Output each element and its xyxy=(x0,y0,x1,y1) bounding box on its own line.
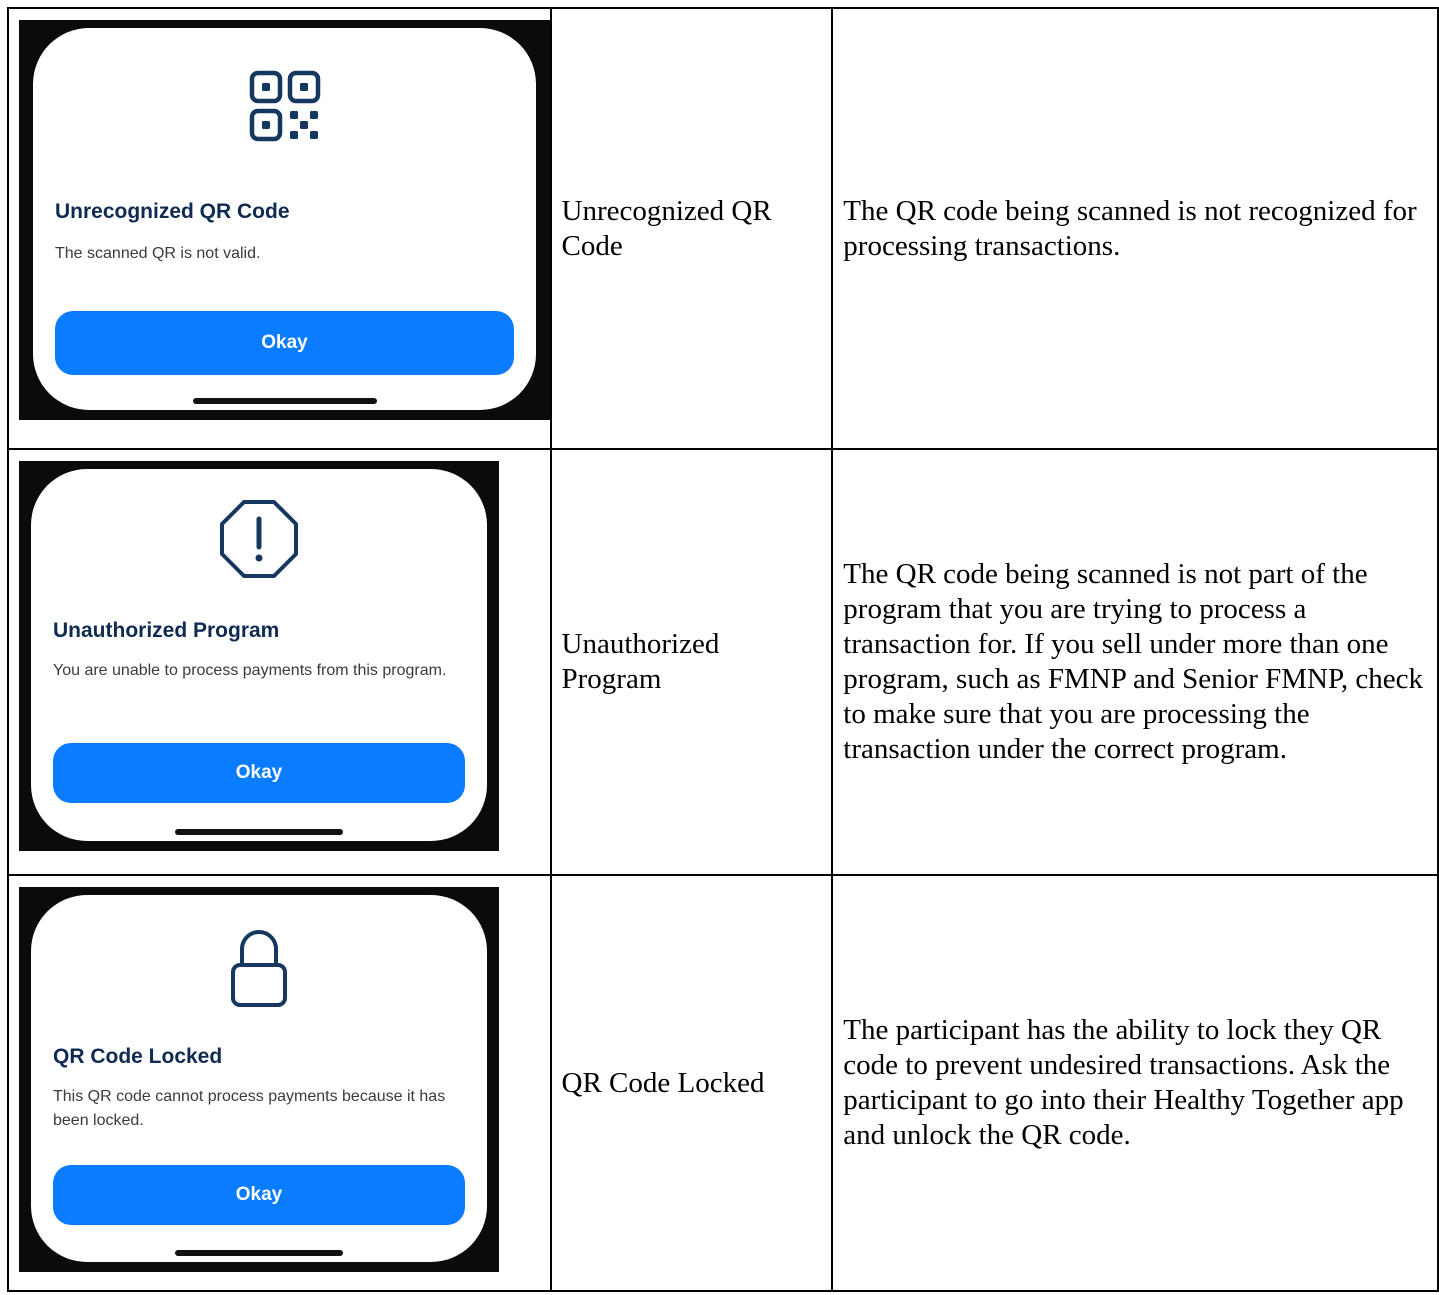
modal-title: Unauthorized Program xyxy=(53,619,280,642)
okay-button[interactable]: Okay xyxy=(53,1165,465,1225)
table-row: Unauthorized Program You are unable to p… xyxy=(7,448,1439,876)
screenshot-cell: Unauthorized Program You are unable to p… xyxy=(7,448,552,876)
modal-sheet: QR Code Locked This QR code cannot proce… xyxy=(31,895,487,1262)
modal-message: You are unable to process payments from … xyxy=(53,662,447,679)
error-description: The QR code being scanned is not recogni… xyxy=(831,7,1439,450)
home-indicator xyxy=(192,398,377,404)
screenshot-cell: QR Code Locked This QR code cannot proce… xyxy=(7,874,552,1292)
error-name: Unauthorized Program xyxy=(549,448,834,876)
okay-button[interactable]: Okay xyxy=(55,311,514,375)
modal-title: Unrecognized QR Code xyxy=(55,200,290,223)
table-row: QR Code Locked This QR code cannot proce… xyxy=(7,874,1439,1292)
table-row: Unrecognized QR Code The scanned QR is n… xyxy=(7,7,1439,450)
modal-sheet: Unauthorized Program You are unable to p… xyxy=(31,469,487,841)
okay-button[interactable]: Okay xyxy=(53,743,465,803)
lock-icon xyxy=(231,930,287,1007)
warning-octagon-icon xyxy=(220,500,298,578)
screenshot-cell: Unrecognized QR Code The scanned QR is n… xyxy=(7,7,552,450)
phone-screenshot: Unauthorized Program You are unable to p… xyxy=(19,461,499,851)
home-indicator xyxy=(175,829,343,835)
qr-code-icon xyxy=(249,70,320,142)
modal-message: This QR code cannot process payments bec… xyxy=(53,1088,446,1129)
phone-screenshot: QR Code Locked This QR code cannot proce… xyxy=(19,887,499,1272)
phone-screenshot: Unrecognized QR Code The scanned QR is n… xyxy=(19,20,550,420)
modal-message: The scanned QR is not valid. xyxy=(55,245,261,262)
error-description: The QR code being scanned is not part of… xyxy=(831,448,1439,876)
error-name: Unrecognized QR Code xyxy=(549,7,834,450)
modal-title: QR Code Locked xyxy=(53,1045,223,1068)
modal-sheet: Unrecognized QR Code The scanned QR is n… xyxy=(33,28,536,410)
home-indicator xyxy=(175,1250,343,1256)
error-description: The participant has the ability to lock … xyxy=(831,874,1439,1292)
error-name: QR Code Locked xyxy=(549,874,834,1292)
error-reference-table: Unrecognized QR Code The scanned QR is n… xyxy=(7,7,1439,1292)
